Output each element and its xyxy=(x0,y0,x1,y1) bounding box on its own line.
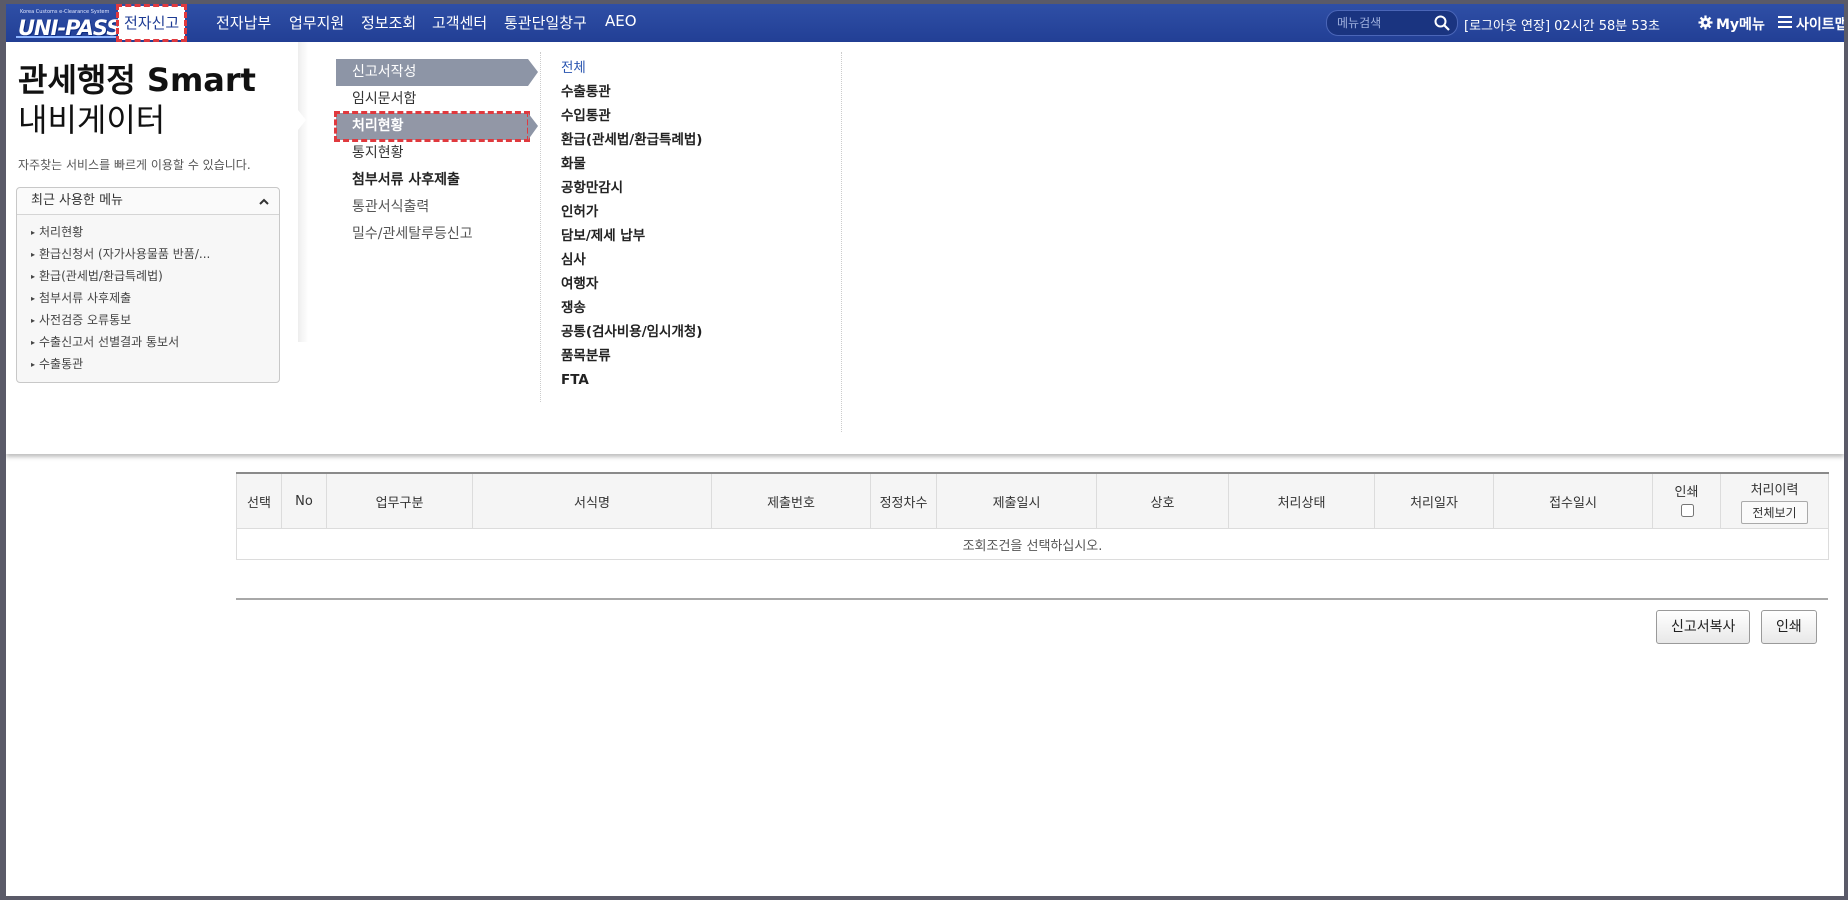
submenu-item-form-print[interactable]: 통관서식출력 xyxy=(336,194,546,221)
col-correction-count: 정정차수 xyxy=(870,472,937,529)
my-menu-button[interactable]: My메뉴 xyxy=(1698,14,1765,34)
topnav-item-customer-center[interactable]: 고객센터 xyxy=(432,12,487,33)
category-refund[interactable]: 환급(관세법/환급특례법) xyxy=(561,128,702,152)
category-classification[interactable]: 품목분류 xyxy=(561,344,702,368)
col-print-label: 인쇄 xyxy=(1674,485,1699,500)
search-icon[interactable] xyxy=(1433,14,1451,32)
logo-underline xyxy=(16,36,120,38)
col-form-name: 서식명 xyxy=(472,472,712,529)
submenu-column: 신고서작성 임시문서함 처리현황 통지현황 첨부서류 사후제출 통관서식출력 밀… xyxy=(334,52,546,248)
gear-icon xyxy=(1698,14,1713,34)
navigator-title-line1: 관세행정 Smart xyxy=(18,61,256,99)
category-security-tax-payment[interactable]: 담보/제세 납부 xyxy=(561,224,702,248)
category-column: 전체 수출통관 수입통관 환급(관세법/환급특례법) 화물 공항만감시 인허가 … xyxy=(561,52,702,392)
col-no: No xyxy=(281,472,327,529)
section-divider xyxy=(236,598,1828,600)
chevron-up-icon[interactable] xyxy=(257,193,271,207)
empty-message: 조회조건을 선택하십시오. xyxy=(236,528,1829,560)
col-submission-datetime: 제출일시 xyxy=(936,472,1097,529)
category-common[interactable]: 공통(검사비용/임시개청) xyxy=(561,320,702,344)
recent-menu-item[interactable]: 처리현황 xyxy=(31,221,279,243)
col-company-name: 상호 xyxy=(1096,472,1229,529)
mega-menu-panel: 관세행정 Smart 내비게이터 자주찾는 서비스를 빠르게 이용할 수 있습니… xyxy=(6,42,1844,454)
unipass-logo[interactable]: Korea Customs e-Clearance System UNI-PAS… xyxy=(14,8,124,40)
print-button[interactable]: 인쇄 xyxy=(1761,610,1817,644)
col-history: 처리이력 전체보기 xyxy=(1720,472,1829,529)
submenu-item-temp-documents[interactable]: 임시문서함 xyxy=(336,86,546,113)
top-navigation-bar: Korea Customs e-Clearance System UNI-PAS… xyxy=(6,4,1844,42)
submenu-item-smuggling-report[interactable]: 밀수/관세탈루등신고 xyxy=(336,221,546,248)
sitemap-button[interactable]: 사이트맵 xyxy=(1778,14,1844,34)
recent-menu-item[interactable]: 사전검증 오류통보 xyxy=(31,309,279,331)
recent-menu-item[interactable]: 환급신청서 (자가사용물품 반품/... xyxy=(31,243,279,265)
recent-menu-item[interactable]: 첨부서류 사후제출 xyxy=(31,287,279,309)
category-export[interactable]: 수출통관 xyxy=(561,80,702,104)
category-fta[interactable]: FTA xyxy=(561,368,702,392)
column-divider xyxy=(540,52,541,402)
panel-pointer-arrow xyxy=(298,110,306,130)
col-history-label: 처리이력 xyxy=(1750,482,1799,498)
topnav-item-info-inquiry[interactable]: 정보조회 xyxy=(361,12,416,33)
hamburger-icon xyxy=(1778,16,1792,32)
topnav-item-e-payment[interactable]: 전자납부 xyxy=(216,12,271,33)
col-select: 선택 xyxy=(236,472,282,529)
view-all-button[interactable]: 전체보기 xyxy=(1741,500,1808,524)
recent-menu-header[interactable]: 최근 사용한 메뉴 xyxy=(17,188,279,215)
submenu-item-attachment-submit[interactable]: 첨부서류 사후제출 xyxy=(336,167,546,194)
sitemap-label: 사이트맵 xyxy=(1796,17,1844,33)
category-port-surveillance[interactable]: 공항만감시 xyxy=(561,176,702,200)
submenu-item-write-declaration[interactable]: 신고서작성 xyxy=(336,59,538,86)
copy-declaration-button[interactable]: 신고서복사 xyxy=(1656,610,1751,644)
recent-menu-item[interactable]: 수출신고서 선별결과 통보서 xyxy=(31,331,279,353)
category-dispute[interactable]: 쟁송 xyxy=(561,296,702,320)
category-audit[interactable]: 심사 xyxy=(561,248,702,272)
category-import[interactable]: 수입통관 xyxy=(561,104,702,128)
menu-search-box xyxy=(1326,10,1458,36)
recent-menu-title: 최근 사용한 메뉴 xyxy=(31,193,123,208)
col-print: 인쇄 xyxy=(1652,472,1721,529)
navigator-title: 관세행정 Smart 내비게이터 xyxy=(18,60,256,140)
category-permits[interactable]: 인허가 xyxy=(561,200,702,224)
session-timer[interactable]: [로그아웃 연장] 02시간 58분 53초 xyxy=(1464,15,1660,34)
col-processing-date: 처리일자 xyxy=(1374,472,1494,529)
recent-menu-list: 처리현황 환급신청서 (자가사용물품 반품/... 환급(관세법/환급특례법) … xyxy=(17,221,279,375)
menu-search-input[interactable] xyxy=(1335,14,1429,32)
navigator-title-line2: 내비게이터 xyxy=(18,101,166,139)
topnav-item-e-declaration[interactable]: 전자신고 xyxy=(115,4,188,42)
submenu-item-notification-status[interactable]: 통지현황 xyxy=(336,140,546,167)
col-processing-status: 처리상태 xyxy=(1228,472,1375,529)
results-table: 선택 No 업무구분 서식명 제출번호 정정차수 제출일시 상호 처리상태 처리… xyxy=(236,472,1829,560)
category-traveler[interactable]: 여행자 xyxy=(561,272,702,296)
table-row: 조회조건을 선택하십시오. xyxy=(236,528,1829,560)
navigator-description: 자주찾는 서비스를 빠르게 이용할 수 있습니다. xyxy=(18,158,251,172)
recent-menu-box: 최근 사용한 메뉴 처리현황 환급신청서 (자가사용물품 반품/... 환급(관… xyxy=(16,187,280,383)
logo-subtitle: Korea Customs e-Clearance System xyxy=(20,9,110,15)
topnav-item-single-window[interactable]: 통관단일창구 xyxy=(504,12,587,33)
table-header-row: 선택 No 업무구분 서식명 제출번호 정정차수 제출일시 상호 처리상태 처리… xyxy=(236,472,1829,529)
submenu-item-processing-status[interactable]: 처리현황 xyxy=(334,111,538,142)
topnav-item-aeo[interactable]: AEO xyxy=(605,12,637,30)
col-submission-number: 제출번호 xyxy=(711,472,871,529)
recent-menu-item[interactable]: 수출통관 xyxy=(31,353,279,375)
category-cargo[interactable]: 화물 xyxy=(561,152,702,176)
recent-menu-item[interactable]: 환급(관세법/환급특례법) xyxy=(31,265,279,287)
col-receipt-datetime: 접수일시 xyxy=(1493,472,1653,529)
panel-divider-shadow xyxy=(298,42,308,342)
print-all-checkbox[interactable] xyxy=(1680,504,1694,517)
my-menu-label: My메뉴 xyxy=(1716,17,1765,33)
topnav-item-work-support[interactable]: 업무지원 xyxy=(289,12,344,33)
category-all[interactable]: 전체 xyxy=(561,56,702,80)
col-business-type: 업무구분 xyxy=(326,472,473,529)
app-window: Korea Customs e-Clearance System UNI-PAS… xyxy=(6,4,1844,896)
column-divider xyxy=(841,52,842,432)
